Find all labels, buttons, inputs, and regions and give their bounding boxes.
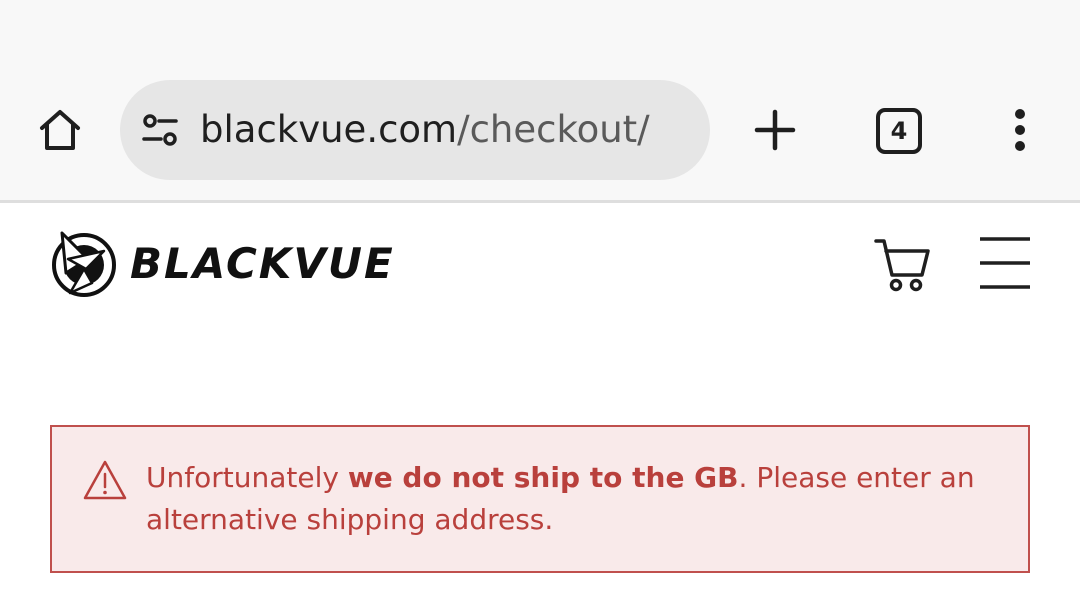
new-tab-button[interactable] [745,100,805,160]
plus-icon [754,109,796,151]
alert-text-before: Unfortunately [146,461,348,494]
tab-switcher-button[interactable]: 4 [876,108,922,154]
tab-count: 4 [890,117,908,145]
logo-mark-icon [52,231,116,297]
warning-icon [83,460,127,500]
browser-menu-button[interactable] [995,100,1045,160]
url-domain: blackvue.com [200,108,458,151]
cart-icon[interactable] [872,233,932,293]
home-button[interactable] [30,100,90,160]
tune-icon[interactable] [140,110,180,150]
alert-message: Unfortunately we do not ship to the GB. … [146,457,996,541]
url-text[interactable]: blackvue.com/checkout/ [200,80,650,180]
logo-text: BLACKVUE [130,238,395,288]
url-path: /checkout/ [457,108,650,151]
more-vert-icon [1015,109,1025,151]
site-header: BLACKVUE [0,203,1080,323]
home-icon [40,110,80,150]
blackvue-logo[interactable]: BLACKVUE [48,229,395,297]
hamburger-icon[interactable] [978,235,1032,291]
alert-text-bold: we do not ship to the GB [347,461,739,494]
browser-toolbar: blackvue.com/checkout/ 4 [0,0,1080,203]
address-bar[interactable]: blackvue.com/checkout/ [120,80,710,180]
shipping-error-alert: Unfortunately we do not ship to the GB. … [50,425,1030,573]
